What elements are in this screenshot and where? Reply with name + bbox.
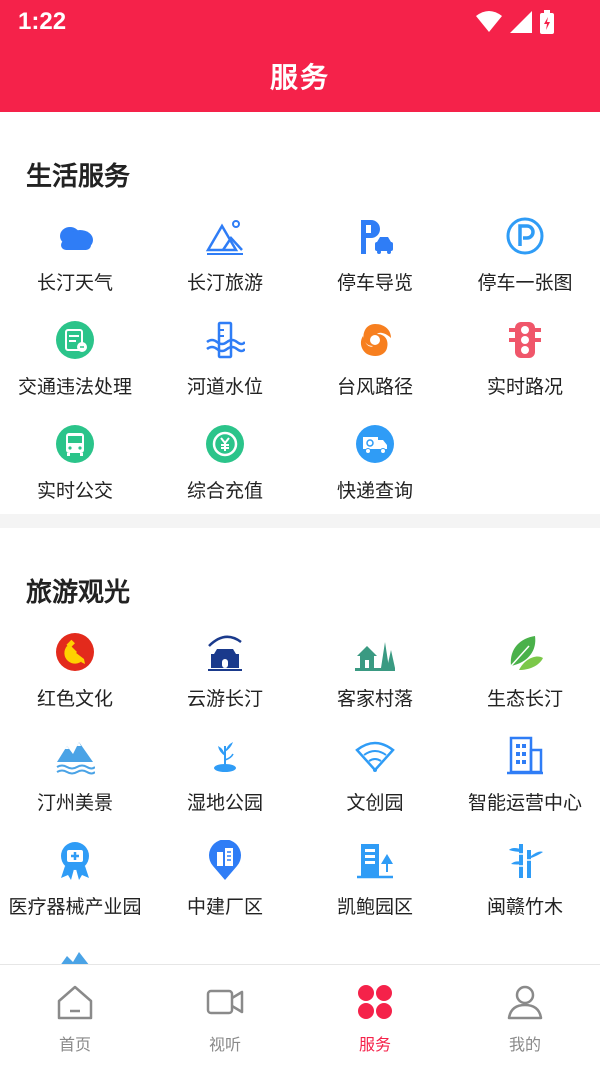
scenery-icon — [56, 742, 95, 775]
traffic-ticket-icon — [56, 321, 94, 359]
wifi-icon — [476, 11, 502, 32]
scenery-icon — [61, 952, 89, 964]
battery-icon — [540, 10, 554, 34]
park-building-icon — [357, 844, 393, 879]
tour-ecology[interactable]: 生态长汀 — [450, 632, 600, 732]
service-express[interactable]: 快递查询 — [300, 424, 450, 524]
services-grid-icon — [358, 985, 392, 1019]
status-bar: 1:22 — [0, 0, 600, 48]
village-icon — [355, 642, 395, 671]
water-level-icon — [206, 321, 245, 359]
video-camera-icon — [206, 989, 244, 1015]
city-gate-icon — [208, 635, 242, 671]
service-typhoon[interactable]: 台风路径 — [300, 320, 450, 420]
status-icons — [476, 10, 554, 34]
tour-creative-park[interactable]: 文创园 — [300, 736, 450, 836]
party-emblem-icon — [56, 633, 94, 671]
service-tourism[interactable]: 长汀旅游 — [150, 216, 300, 316]
services-content[interactable]: 生活服务 长汀天气 长汀旅游 停车导览 停车一张图 交通违法处理 河道水位 台风… — [0, 112, 600, 964]
tour-cloud-changting[interactable]: 云游长汀 — [150, 632, 300, 732]
service-parking-guide[interactable]: 停车导览 — [300, 216, 450, 316]
signal-icon — [510, 11, 532, 33]
fan-icon — [355, 741, 395, 772]
mountain-icon — [205, 220, 243, 255]
profile-icon — [507, 985, 543, 1020]
service-road-conditions[interactable]: 实时路况 — [450, 320, 600, 420]
service-river-level[interactable]: 河道水位 — [150, 320, 300, 420]
service-parking-map[interactable]: 停车一张图 — [450, 216, 600, 316]
tour-medical-park[interactable]: 医疗器械产业园 — [0, 840, 150, 940]
factory-pin-icon — [209, 840, 241, 880]
service-recharge[interactable]: 综合充值 — [150, 424, 300, 524]
tour-bamboo[interactable]: 闽赣竹木 — [450, 840, 600, 940]
tour-kaibao-park[interactable]: 凯鲍园区 — [300, 840, 450, 940]
section-title: 旅游观光 — [26, 578, 131, 608]
service-bus[interactable]: 实时公交 — [0, 424, 150, 524]
service-weather[interactable]: 长汀天气 — [0, 216, 150, 316]
status-time: 1:22 — [18, 8, 67, 35]
section-divider — [0, 514, 600, 528]
bottom-navigation: 首页 视听 服务 我的 — [0, 964, 600, 1066]
tour-cscec-plant[interactable]: 中建厂区 — [150, 840, 300, 940]
bus-icon — [56, 425, 94, 463]
recharge-icon — [206, 425, 244, 463]
tour-red-culture[interactable]: 红色文化 — [0, 632, 150, 732]
leaves-icon — [510, 636, 543, 670]
cloud-icon — [60, 227, 93, 250]
tour-hakka-village[interactable]: 客家村落 — [300, 632, 450, 732]
wetland-icon — [214, 742, 236, 772]
parking-car-icon — [361, 220, 393, 254]
tour-scenery[interactable]: 汀州美景 — [0, 736, 150, 836]
app-bar: 1:22 服务 — [0, 0, 600, 112]
bamboo-icon — [509, 844, 543, 878]
tab-profile[interactable]: 我的 — [450, 965, 600, 1066]
section-title: 生活服务 — [26, 162, 131, 192]
page-title: 服务 — [269, 61, 330, 94]
traffic-light-icon — [509, 322, 541, 358]
tour-operation-center[interactable]: 智能运营中心 — [450, 736, 600, 836]
tab-video[interactable]: 视听 — [150, 965, 300, 1066]
typhoon-icon — [360, 324, 391, 356]
medical-badge-icon — [61, 842, 89, 880]
tour-wetland-park[interactable]: 湿地公园 — [150, 736, 300, 836]
home-icon — [57, 985, 93, 1020]
tour-more-partial[interactable] — [0, 944, 150, 964]
parking-circle-icon — [506, 217, 544, 255]
building-icon — [507, 736, 543, 775]
delivery-truck-icon — [356, 425, 394, 463]
tab-services[interactable]: 服务 — [300, 965, 450, 1066]
tab-home[interactable]: 首页 — [0, 965, 150, 1066]
service-traffic-violation[interactable]: 交通违法处理 — [0, 320, 150, 420]
